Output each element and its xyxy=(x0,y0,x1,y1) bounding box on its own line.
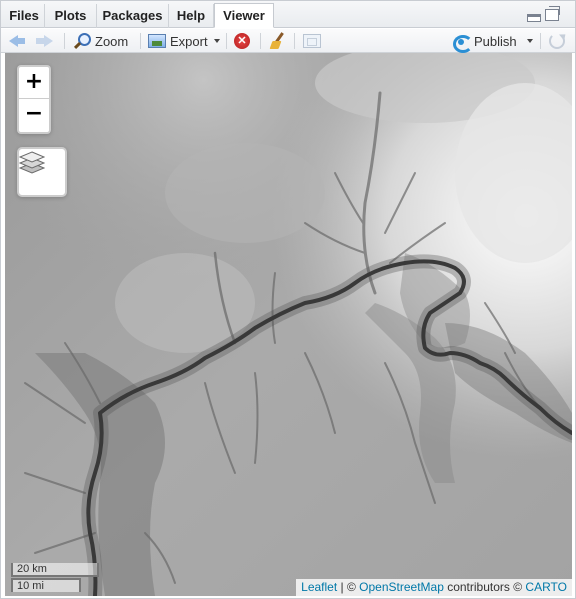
zoom-label: Zoom xyxy=(95,33,129,49)
tab-bar: Files Plots Packages Help Viewer xyxy=(1,1,575,28)
layers-icon xyxy=(19,151,45,174)
remove-viewer-button[interactable]: ✕ xyxy=(234,31,250,51)
leaflet-map[interactable]: + − 20 km 10 mi Leaflet | © OpenStreetMa… xyxy=(5,53,572,596)
refresh-icon xyxy=(549,33,565,49)
toolbar-divider xyxy=(226,33,227,49)
publish-icon xyxy=(452,32,473,53)
attribution-separator: | © xyxy=(337,580,360,594)
zoom-out-button[interactable]: − xyxy=(19,99,49,131)
broom-icon xyxy=(269,32,287,50)
tab-viewer[interactable]: Viewer xyxy=(214,3,274,28)
carto-link[interactable]: CARTO xyxy=(525,580,567,594)
toolbar-divider xyxy=(540,33,541,49)
close-circle-icon: ✕ xyxy=(234,33,250,49)
arrow-left-icon xyxy=(7,33,27,49)
back-button[interactable] xyxy=(7,31,27,51)
scale-km-label: 20 km xyxy=(11,563,99,577)
zoom-control: + − xyxy=(17,65,51,134)
pane-controls xyxy=(527,6,563,23)
toolbar-divider xyxy=(64,33,65,49)
export-label: Export xyxy=(170,33,208,49)
scale-bar: 20 km 10 mi xyxy=(11,563,99,592)
attribution-contributors: contributors © xyxy=(443,580,526,594)
tab-help[interactable]: Help xyxy=(169,4,214,28)
maximize-pane-icon[interactable] xyxy=(545,6,560,21)
toolbar-divider xyxy=(140,33,141,49)
export-button[interactable]: Export xyxy=(148,31,220,51)
map-attribution: Leaflet | © OpenStreetMap contributors ©… xyxy=(296,579,572,596)
layers-control-button[interactable] xyxy=(17,147,67,197)
hillshade-terrain-layer xyxy=(5,53,572,596)
openstreetmap-link[interactable]: OpenStreetMap xyxy=(359,580,444,594)
toolbar-divider xyxy=(294,33,295,49)
magnifier-icon xyxy=(73,32,91,50)
forward-button[interactable] xyxy=(35,31,55,51)
publish-label: Publish xyxy=(474,33,517,49)
tab-files[interactable]: Files xyxy=(4,4,45,28)
show-in-window-button[interactable] xyxy=(303,31,321,51)
zoom-in-button[interactable]: + xyxy=(19,67,49,99)
arrow-right-icon xyxy=(35,33,55,49)
chevron-down-icon xyxy=(213,39,220,43)
scale-mi-label: 10 mi xyxy=(11,578,81,592)
zoom-button[interactable]: Zoom xyxy=(73,31,128,51)
minimize-pane-icon[interactable] xyxy=(527,14,541,22)
publish-button[interactable]: Publish xyxy=(452,31,533,53)
tab-plots[interactable]: Plots xyxy=(45,4,97,28)
refresh-button[interactable] xyxy=(549,31,565,51)
clear-viewer-button[interactable] xyxy=(269,31,287,51)
popout-window-icon xyxy=(303,34,321,48)
leaflet-link[interactable]: Leaflet xyxy=(301,580,337,594)
viewer-toolbar: Zoom Export ✕ Publish xyxy=(1,29,575,53)
export-image-icon xyxy=(148,34,166,48)
chevron-down-icon xyxy=(526,39,533,43)
viewer-pane: Files Plots Packages Help Viewer Zoom Ex… xyxy=(0,0,576,599)
toolbar-divider xyxy=(260,33,261,49)
tab-packages[interactable]: Packages xyxy=(97,4,169,28)
